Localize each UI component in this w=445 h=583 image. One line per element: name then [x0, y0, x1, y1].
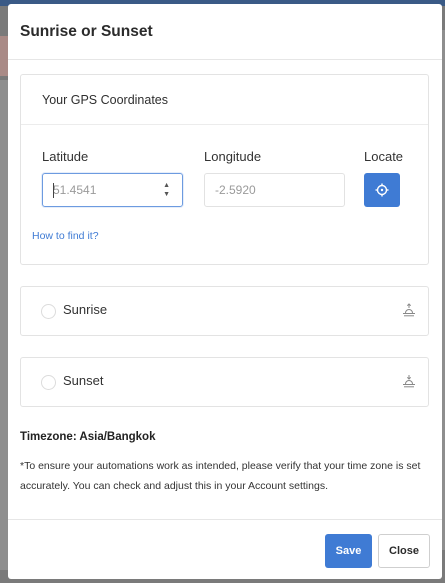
how-to-find-link[interactable]: How to find it? — [32, 230, 99, 242]
backdrop-edge — [0, 80, 8, 570]
sunset-radio[interactable] — [41, 375, 56, 390]
sunset-icon — [403, 375, 415, 388]
sunset-label: Sunset — [63, 373, 104, 388]
latitude-label: Latitude — [42, 149, 89, 164]
gps-coordinates-card: Your GPS Coordinates Latitude Longitude … — [20, 74, 429, 265]
modal-header: Sunrise or Sunset — [8, 4, 442, 60]
latitude-input[interactable]: 51.4541 ▲ ▼ — [42, 173, 183, 207]
longitude-value: -2.5920 — [215, 183, 256, 197]
sunrise-icon — [403, 303, 415, 317]
close-button[interactable]: Close — [378, 534, 430, 568]
backdrop-edge — [0, 36, 8, 76]
stepper-up-icon[interactable]: ▲ — [163, 181, 170, 190]
timezone-note: *To ensure your automations work as inte… — [20, 460, 421, 492]
sunrise-radio[interactable] — [41, 304, 56, 319]
sunrise-sunset-modal: Sunrise or Sunset Your GPS Coordinates L… — [8, 4, 442, 579]
latitude-value: 51.4541 — [53, 183, 97, 197]
stepper-down-icon[interactable]: ▼ — [163, 190, 170, 199]
sunset-option[interactable]: Sunset — [20, 357, 429, 407]
modal-title: Sunrise or Sunset — [20, 22, 153, 40]
sunrise-label: Sunrise — [63, 302, 108, 317]
locate-button[interactable] — [364, 173, 400, 207]
longitude-label: Longitude — [204, 149, 262, 164]
gps-card-header: Your GPS Coordinates — [21, 75, 428, 125]
crosshair-icon — [375, 183, 389, 197]
save-button[interactable]: Save — [325, 534, 372, 568]
sunrise-option[interactable]: Sunrise — [20, 286, 429, 336]
longitude-input[interactable]: -2.5920 — [204, 173, 345, 207]
timezone-label: Timezone: Asia/Bangkok — [20, 431, 156, 443]
locate-label: Locate — [364, 149, 404, 164]
modal-footer: Save Close — [8, 519, 442, 579]
text-cursor — [53, 183, 54, 198]
latitude-stepper[interactable]: ▲ ▼ — [163, 181, 170, 199]
gps-card-title: Your GPS Coordinates — [42, 92, 169, 107]
